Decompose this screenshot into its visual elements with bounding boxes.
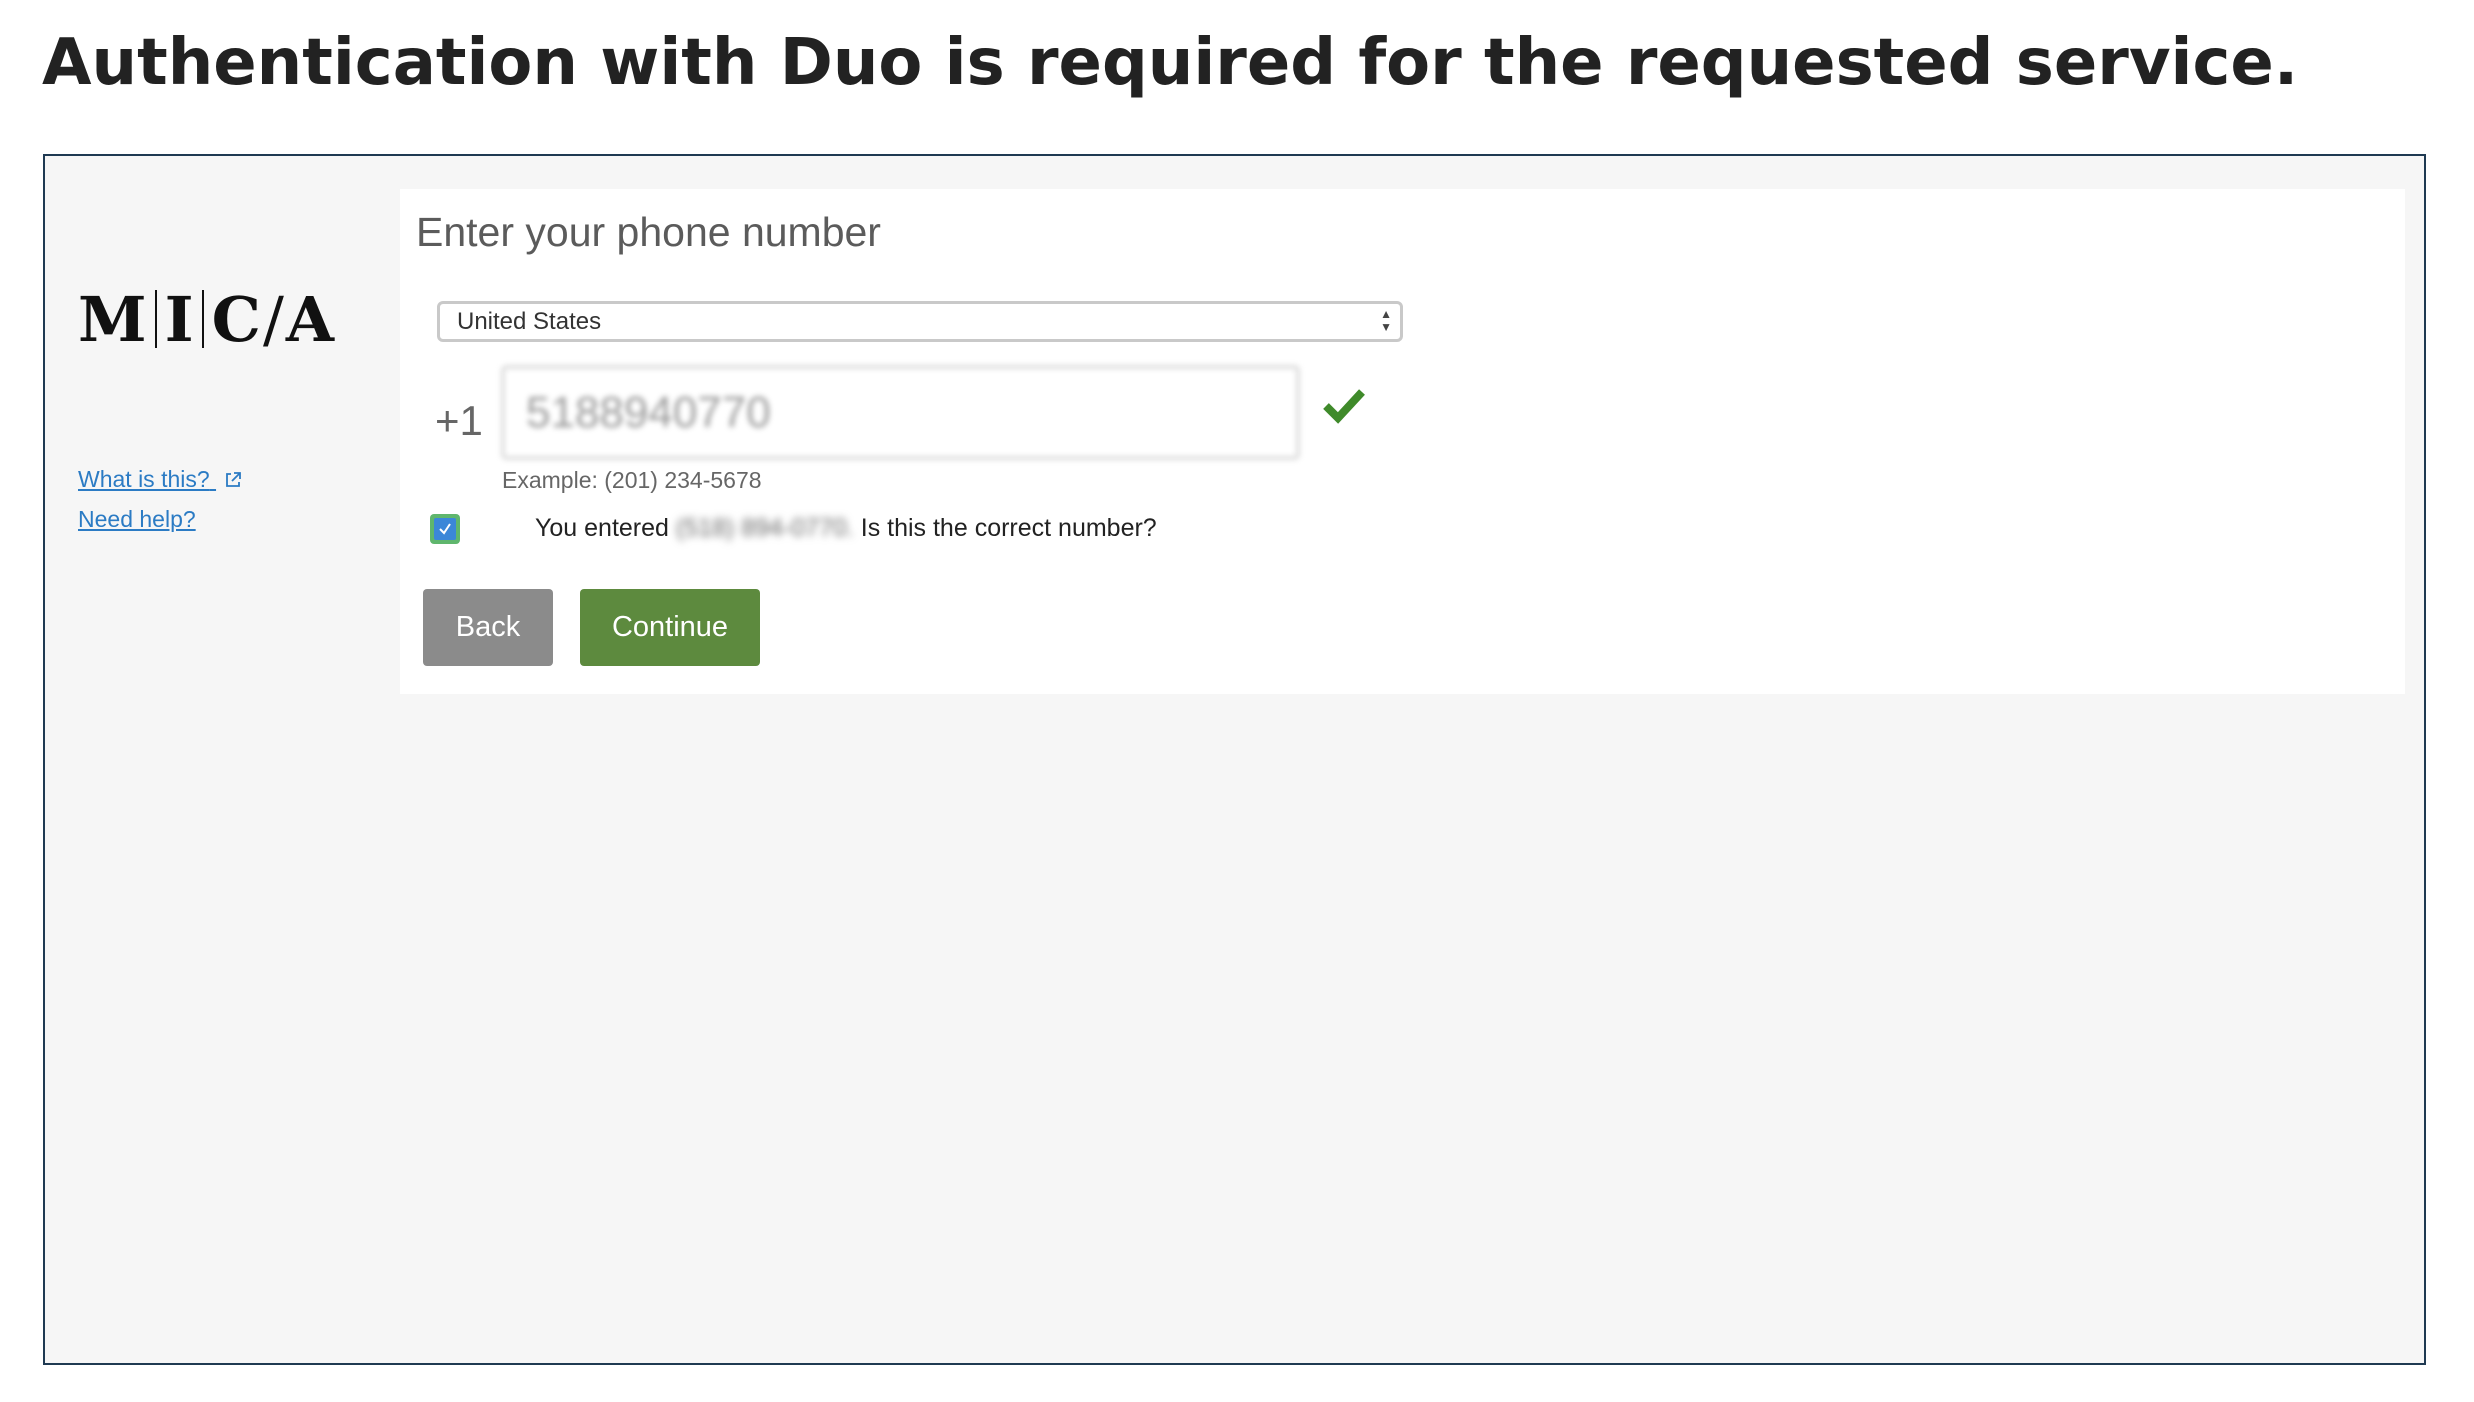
logo-letter-a: A [285, 282, 335, 356]
select-arrows-icon: ▲ ▼ [1380, 307, 1392, 334]
country-selected-value: United States [457, 307, 602, 335]
country-select[interactable]: United States ▲ ▼ [437, 301, 1403, 342]
confirm-number-text: You entered (518) 894-0770. Is this the … [535, 514, 1157, 543]
country-code: +1 [435, 397, 483, 444]
logo-letter-i: I [164, 282, 194, 356]
check-icon [1322, 386, 1366, 429]
phone-entry-panel: Enter your phone number United States ▲ ▼… [400, 189, 2405, 694]
confirm-prefix: You entered [535, 514, 669, 542]
mica-logo: M I C / A [78, 283, 334, 356]
phone-number-input[interactable] [502, 366, 1299, 459]
entered-number: (518) 894-0770. [675, 514, 854, 542]
continue-button[interactable]: Continue [580, 589, 760, 666]
logo-divider [201, 290, 204, 348]
what-is-this-link[interactable]: What is this? [78, 466, 242, 495]
external-link-icon [224, 468, 242, 495]
panel-title: Enter your phone number [416, 209, 881, 255]
confirm-number-checkbox[interactable] [430, 514, 460, 544]
logo-divider [154, 290, 157, 348]
checkmark-icon [434, 518, 456, 540]
back-button[interactable]: Back [423, 589, 553, 666]
logo-slash: / [263, 282, 284, 356]
need-help-link[interactable]: Need help? [78, 506, 196, 533]
need-help-label: Need help? [78, 506, 196, 532]
logo-letter-c: C [211, 282, 262, 356]
what-is-this-label: What is this? [78, 466, 210, 492]
phone-example-hint: Example: (201) 234-5678 [502, 467, 762, 493]
logo-letter-m: M [78, 282, 147, 356]
duo-frame: M I C / A What is this? Need help? Enter… [43, 154, 2426, 1365]
confirm-question: Is this the correct number? [860, 514, 1157, 542]
page-title: Authentication with Duo is required for … [42, 26, 2299, 100]
